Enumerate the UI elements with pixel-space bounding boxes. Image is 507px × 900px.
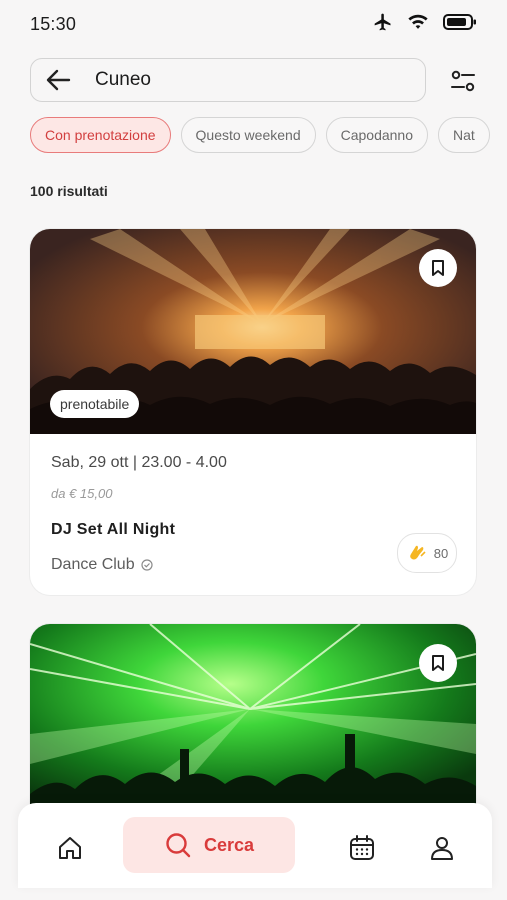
chip-capodanno[interactable]: Capodanno <box>325 117 429 153</box>
search-field[interactable]: Cuneo <box>30 58 426 102</box>
event-image: prenotabile <box>30 229 476 434</box>
nav-search-label: Cerca <box>203 834 255 855</box>
status-time: 15:30 <box>30 14 77 34</box>
event-date: Sab, 29 ott | 23.00 - 4.00 <box>51 454 227 471</box>
wifi-icon <box>408 14 428 29</box>
status-badge: prenotabile <box>50 390 140 418</box>
event-card[interactable]: prenotabile Sab, 29 ott | 23.00 - 4.00 d… <box>30 229 476 595</box>
battery-icon <box>443 14 476 30</box>
bookmark-icon <box>432 655 444 671</box>
likes-count: 80 <box>433 545 449 561</box>
calendar-icon <box>350 835 374 860</box>
verified-icon <box>141 559 153 571</box>
event-title: DJ Set All Night <box>51 521 176 538</box>
filter-sliders-icon[interactable] <box>449 67 477 95</box>
status-bar: 15:30 <box>0 0 507 48</box>
bookmark-button[interactable] <box>419 249 457 287</box>
results-count: 100 risultati <box>30 183 108 199</box>
chip-natale[interactable]: Nat <box>438 117 490 153</box>
likes-button[interactable]: 80 <box>397 533 457 573</box>
nav-profile[interactable] <box>420 823 464 873</box>
search-icon <box>166 833 191 858</box>
chip-questo-weekend[interactable]: Questo weekend <box>180 117 316 153</box>
bottom-nav: Cerca <box>18 803 492 888</box>
status-icons <box>373 12 477 32</box>
search-row: Cuneo <box>30 58 478 102</box>
venue-name: Dance Club <box>51 556 135 573</box>
clap-icon <box>409 545 426 560</box>
event-venue: Dance Club <box>51 556 153 574</box>
chip-con-prenotazione[interactable]: Con prenotazione <box>30 117 171 153</box>
airplane-icon <box>374 13 391 31</box>
home-icon <box>59 837 81 859</box>
bookmark-icon <box>432 260 444 276</box>
nav-search[interactable]: Cerca <box>123 817 295 873</box>
event-card[interactable] <box>30 624 476 824</box>
search-input[interactable]: Cuneo <box>95 69 151 91</box>
nav-calendar[interactable] <box>340 823 384 873</box>
filter-chips: Con prenotazione Questo weekend Capodanno N… <box>30 117 507 155</box>
profile-icon <box>431 837 453 860</box>
bookmark-button[interactable] <box>419 644 457 682</box>
event-image <box>30 624 476 824</box>
event-price: da € 15,00 <box>51 486 113 501</box>
back-arrow-icon[interactable] <box>45 68 71 92</box>
nav-home[interactable] <box>48 823 92 873</box>
